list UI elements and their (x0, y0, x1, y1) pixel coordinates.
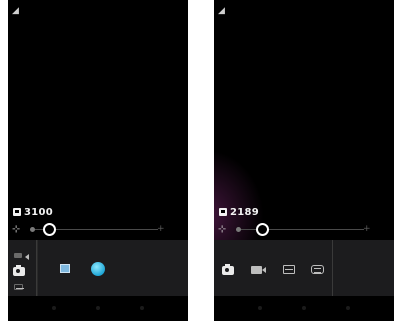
nav-back-icon[interactable] (52, 306, 56, 310)
slider-thumb[interactable] (255, 223, 269, 236)
nav-recent-icon[interactable] (140, 306, 144, 310)
nav-home-icon[interactable] (96, 306, 100, 310)
tray-divider (37, 240, 38, 296)
navigation-bar (8, 296, 188, 321)
exposure-icon: ⊹ (12, 224, 21, 235)
gallery-thumbnail[interactable] (60, 264, 70, 273)
storage-icon (13, 208, 21, 216)
navigation-bar (214, 296, 394, 321)
slider-plus-icon: + (157, 224, 165, 234)
signal-icon: ◢ (218, 6, 225, 16)
camera-screen-right: ◢ 2189 ⊹ + (214, 0, 394, 321)
camera-icon[interactable] (222, 264, 234, 275)
slider-thumb[interactable] (43, 223, 57, 236)
signal-icon: ◢ (12, 6, 19, 16)
nav-recent-icon[interactable] (346, 306, 350, 310)
shots-remaining: 2189 (219, 205, 259, 219)
tray-divider (332, 240, 333, 296)
shots-remaining-value: 3100 (24, 206, 54, 218)
nav-home-icon[interactable] (302, 306, 306, 310)
photosphere-icon[interactable] (311, 265, 324, 274)
camera-screen-left: ◢ 3100 ⊹ + (8, 0, 188, 321)
slider-dot (30, 227, 35, 232)
video-camera-icon[interactable] (251, 266, 266, 274)
storage-icon (219, 208, 227, 216)
video-mode-icon[interactable] (14, 253, 29, 260)
camera-mode-icon[interactable] (13, 265, 25, 276)
nav-back-icon[interactable] (258, 306, 262, 310)
panorama-icon[interactable] (283, 265, 295, 274)
slider-dot (236, 227, 241, 232)
sphere-globe-icon[interactable] (91, 262, 105, 276)
shots-remaining: 3100 (13, 205, 53, 219)
exposure-slider[interactable]: ⊹ + (8, 222, 188, 238)
slider-plus-icon: + (363, 224, 371, 234)
exposure-slider[interactable]: ⊹ + (214, 222, 394, 238)
panorama-mode-icon[interactable] (14, 284, 24, 290)
exposure-icon: ⊹ (218, 224, 227, 235)
shots-remaining-value: 2189 (230, 206, 260, 218)
mode-tray (214, 240, 394, 296)
